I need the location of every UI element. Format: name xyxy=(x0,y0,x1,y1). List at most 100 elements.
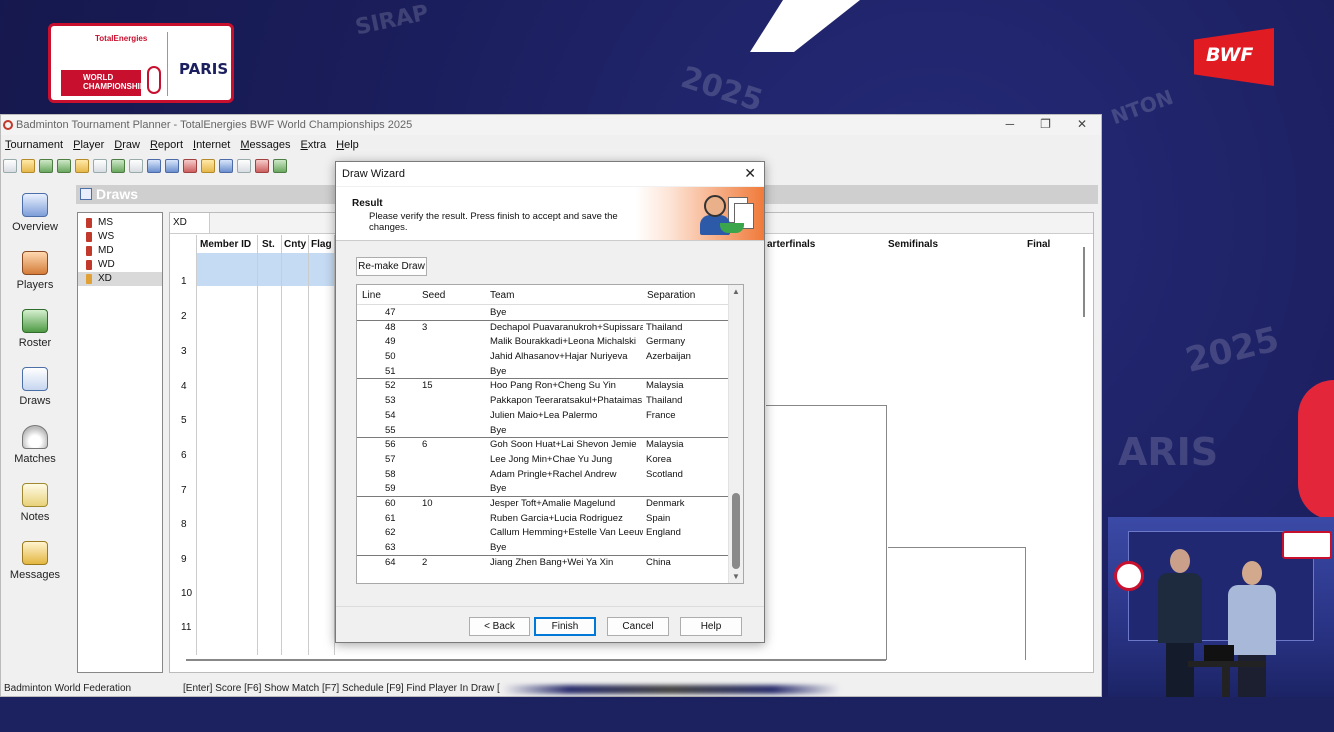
col-team[interactable]: Team xyxy=(490,290,514,301)
list-item[interactable]: 62 Callum Hemming+Estelle Van Leeuwe Engla… xyxy=(357,526,729,541)
event-xd[interactable]: XD xyxy=(78,272,162,286)
tab-xd[interactable]: XD xyxy=(170,213,210,233)
cell-line: 55 xyxy=(385,424,396,436)
nav-players[interactable]: Players xyxy=(1,251,69,291)
wizard-icon xyxy=(700,193,758,237)
list-item[interactable]: 54 Julien Maio+Lea Palermo France xyxy=(357,409,729,424)
col-country[interactable]: Cnty xyxy=(284,239,306,250)
restore-button[interactable]: ❐ xyxy=(1040,117,1051,131)
list-item[interactable]: 49 Malik Bourakkadi+Leona Michalski German… xyxy=(357,335,729,350)
cancel-button[interactable]: Cancel xyxy=(607,617,669,636)
list-item[interactable]: 50 Jahid Alhasanov+Hajar Nuriyeva Azerbaij… xyxy=(357,350,729,365)
row-number: 11 xyxy=(181,622,192,633)
list-item[interactable]: 60 10 Jesper Toft+Amalie Magelund Denmark xyxy=(357,497,729,512)
nav-draws[interactable]: Draws xyxy=(1,367,69,407)
col-member-id[interactable]: Member ID xyxy=(200,239,251,250)
close-window-button[interactable]: ✕ xyxy=(1077,117,1087,131)
user-remove-icon[interactable] xyxy=(183,159,197,173)
remake-draw-button[interactable]: Re-make Draw xyxy=(356,257,427,276)
list-scrollbar[interactable]: ▲ ▼ xyxy=(728,285,743,583)
list-item[interactable]: 59 Bye xyxy=(357,482,729,497)
user-icon[interactable] xyxy=(147,159,161,173)
calendar-icon[interactable] xyxy=(237,159,251,173)
cell-seed: 2 xyxy=(422,556,428,568)
scroll-thumb[interactable] xyxy=(732,493,740,569)
col-line[interactable]: Line xyxy=(362,290,381,301)
cell-separation: Azerbaijan xyxy=(646,351,691,363)
minimize-button[interactable]: ─ xyxy=(1006,117,1015,131)
list-item[interactable]: 63 Bye xyxy=(357,541,729,556)
list-item[interactable]: 56 6 Goh Soon Huat+Lai Shevon Jemie Malaysi… xyxy=(357,438,729,453)
window-title: Badminton Tournament Planner - TotalEner… xyxy=(16,119,413,131)
cell-separation: Malaysia xyxy=(646,380,684,392)
players-import-icon[interactable] xyxy=(57,159,71,173)
list-item[interactable]: 57 Lee Jong Min+Chae Yu Jung Korea xyxy=(357,453,729,468)
list-item[interactable]: 61 Ruben Garcia+Lucia Rodriguez Spain xyxy=(357,512,729,527)
open-folder-icon[interactable] xyxy=(21,159,35,173)
nav-matches[interactable]: Matches xyxy=(1,425,69,465)
menu-help[interactable]: Help xyxy=(336,139,359,151)
user-group-icon[interactable] xyxy=(165,159,179,173)
list-item[interactable]: 47 Bye xyxy=(357,306,729,321)
finish-button[interactable]: Finish xyxy=(534,617,596,636)
horizontal-scrollbar[interactable] xyxy=(186,659,886,661)
list-item[interactable]: 53 Pakkapon Teeraratsakul+Phataimas I Thai… xyxy=(357,394,729,409)
event-md[interactable]: MD xyxy=(78,244,162,258)
help-button[interactable]: Help xyxy=(680,617,742,636)
nav-notes[interactable]: Notes xyxy=(1,483,69,523)
back-button[interactable]: < Back xyxy=(469,617,530,636)
schedule-icon[interactable] xyxy=(219,159,233,173)
cell-team: Bye xyxy=(490,483,507,495)
cell-separation: Denmark xyxy=(646,497,685,509)
event-wd[interactable]: WD xyxy=(78,258,162,272)
scroll-down-icon[interactable]: ▼ xyxy=(732,572,740,581)
mail-icon[interactable] xyxy=(129,159,143,173)
cell-team: Adam Pringle+Rachel Andrew xyxy=(490,468,617,480)
menu-report[interactable]: Report xyxy=(150,139,183,151)
menu-player[interactable]: Player xyxy=(73,139,104,151)
list-item[interactable]: 51 Bye xyxy=(357,365,729,380)
cell-separation: France xyxy=(646,409,676,421)
col-seed[interactable]: Seed xyxy=(422,290,445,301)
cell-line: 61 xyxy=(385,512,396,524)
scroll-up-icon[interactable]: ▲ xyxy=(732,287,740,296)
round-final: Final xyxy=(1027,239,1051,250)
refresh-icon[interactable] xyxy=(111,159,125,173)
shuttlecock-icon xyxy=(22,425,48,449)
menu-draw[interactable]: Draw xyxy=(114,139,140,151)
cell-team: Bye xyxy=(490,307,507,318)
list-item[interactable]: 55 Bye xyxy=(357,424,729,439)
selected-row-highlight xyxy=(197,253,335,286)
user-edit-icon[interactable] xyxy=(201,159,215,173)
event-ws[interactable]: WS xyxy=(78,230,162,244)
menu-extra[interactable]: Extra xyxy=(300,139,326,151)
cell-separation: Spain xyxy=(646,512,671,524)
list-item[interactable]: 58 Adam Pringle+Rachel Andrew Scotland xyxy=(357,468,729,483)
close-icon[interactable]: ✕ xyxy=(744,165,756,182)
nav-overview[interactable]: Overview xyxy=(1,193,69,233)
players-add-icon[interactable] xyxy=(39,159,53,173)
print-preview-icon[interactable] xyxy=(93,159,107,173)
event-ms[interactable]: MS xyxy=(78,216,162,230)
col-separation[interactable]: Separation xyxy=(647,290,695,301)
nav-roster[interactable]: Roster xyxy=(1,309,69,349)
list-item[interactable]: 48 3 Dechapol Puavaranukroh+Supissara Thail… xyxy=(357,321,729,336)
nav-messages[interactable]: Messages xyxy=(1,541,69,581)
col-status[interactable]: St. xyxy=(262,239,275,250)
roster-icon xyxy=(22,309,48,333)
list-item[interactable]: 64 2 Jiang Zhen Bang+Wei Ya Xin China xyxy=(357,556,729,571)
menu-messages[interactable]: Messages xyxy=(240,139,290,151)
export-icon[interactable] xyxy=(273,159,287,173)
print-icon[interactable] xyxy=(75,159,89,173)
logo-divider xyxy=(167,32,168,96)
nav-notes-label: Notes xyxy=(20,511,50,523)
new-file-icon[interactable] xyxy=(3,159,17,173)
vertical-scrollbar[interactable] xyxy=(1083,247,1085,317)
list-item[interactable]: 52 15 Hoo Pang Ron+Cheng Su Yin Malaysia xyxy=(357,379,729,394)
cell-line: 54 xyxy=(385,409,396,421)
menu-internet[interactable]: Internet xyxy=(193,139,230,151)
col-flag[interactable]: Flag xyxy=(311,239,332,250)
cell-team: Malik Bourakkadi+Leona Michalski xyxy=(490,336,637,348)
menu-tournament[interactable]: Tournament xyxy=(5,139,63,151)
report-icon[interactable] xyxy=(255,159,269,173)
